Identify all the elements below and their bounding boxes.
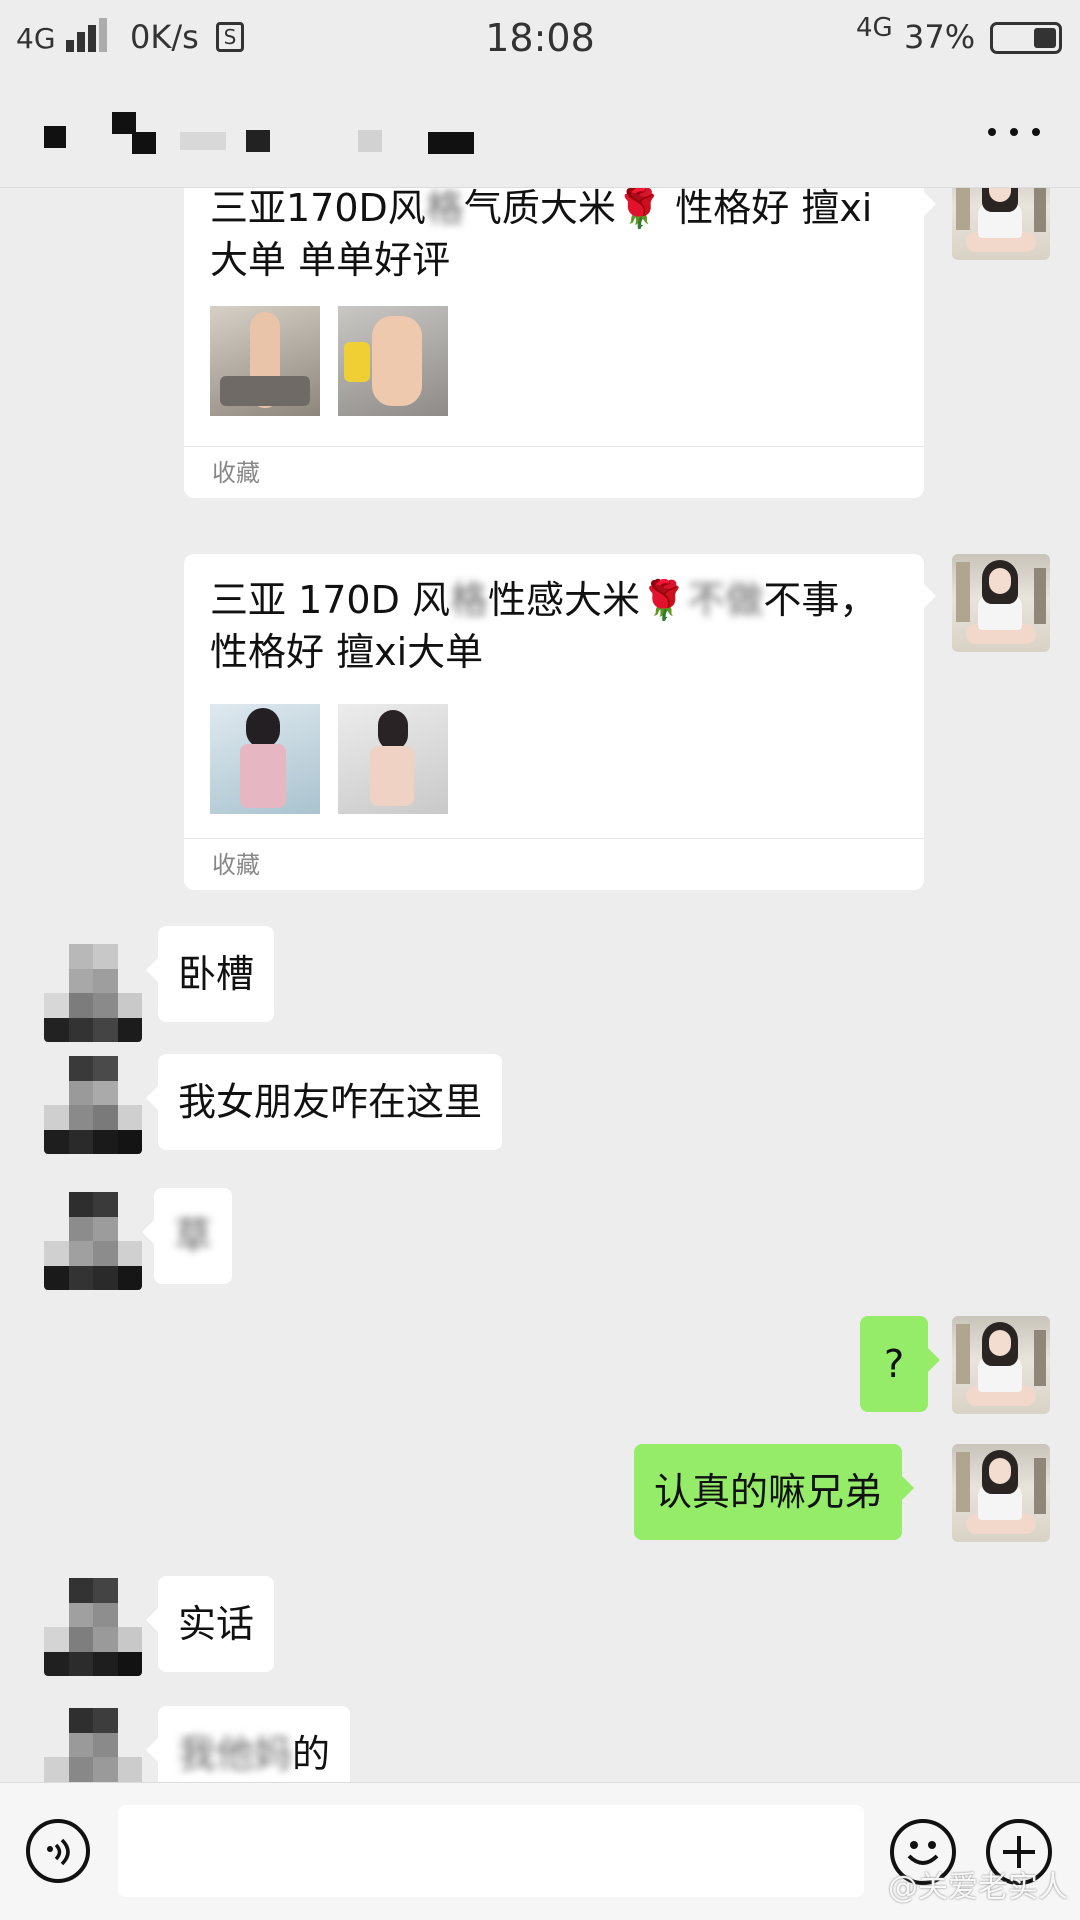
rose-icon: 🌹 xyxy=(639,578,688,622)
battery-fill xyxy=(1034,28,1056,48)
contact-avatar[interactable] xyxy=(44,1192,142,1290)
my-avatar[interactable] xyxy=(952,1444,1050,1542)
chat-title-redacted xyxy=(40,110,480,160)
card-photo[interactable] xyxy=(338,306,448,416)
favorite-card[interactable]: 三亚 170D 风格性感大米🌹不做不事，性格好 擅xi大单 收藏 xyxy=(184,554,936,890)
message-bubble[interactable]: 我他妈的 xyxy=(145,1706,351,1782)
battery-icon xyxy=(990,22,1062,54)
network-type-right: 4G xyxy=(856,13,893,43)
my-avatar[interactable] xyxy=(952,188,1050,260)
my-avatar[interactable] xyxy=(952,1316,1050,1414)
message-bubble[interactable]: 实话 xyxy=(145,1576,275,1672)
message-bubble[interactable]: 卧槽 xyxy=(145,926,275,1022)
message-list[interactable]: 三亚170D风格气质大米🌹 性格好 擅xi大单 单单好评 收藏 三亚 170D … xyxy=(0,188,1080,1782)
card-footer: 收藏 xyxy=(184,446,924,498)
card-text: 三亚170D风格气质大米🌹 性格好 擅xi大单 单单好评 xyxy=(210,188,873,282)
message-bubble[interactable]: 我女朋友咋在这里 xyxy=(145,1054,503,1150)
card-photo[interactable] xyxy=(210,306,320,416)
contact-avatar[interactable] xyxy=(44,1708,142,1782)
voice-icon[interactable] xyxy=(26,1819,90,1883)
status-bar: 4G 0K/s S 18:08 4G 37% xyxy=(0,0,1080,80)
message-bubble[interactable]: 认真的嘛兄弟 xyxy=(634,1444,915,1540)
watermark: @关爱老实人 xyxy=(888,1870,1068,1905)
message-input[interactable] xyxy=(118,1805,864,1897)
card-photo[interactable] xyxy=(210,704,320,814)
my-avatar[interactable] xyxy=(952,554,1050,652)
favorite-card[interactable]: 三亚170D风格气质大米🌹 性格好 擅xi大单 单单好评 收藏 xyxy=(184,188,936,498)
chat-title-bar xyxy=(0,80,1080,188)
rose-icon: 🌹 xyxy=(615,188,664,230)
battery-percent: 37% xyxy=(904,18,976,56)
contact-avatar[interactable] xyxy=(44,1056,142,1154)
more-dots-icon[interactable] xyxy=(984,110,1044,150)
contact-avatar[interactable] xyxy=(44,1578,142,1676)
card-text: 三亚 170D 风格性感大米🌹不做不事，性格好 擅xi大单 xyxy=(210,578,878,674)
message-bubble[interactable]: ? xyxy=(860,1316,941,1412)
card-photo[interactable] xyxy=(338,704,448,814)
message-bubble[interactable]: 草 xyxy=(141,1188,233,1284)
card-footer: 收藏 xyxy=(184,838,924,890)
contact-avatar[interactable] xyxy=(44,944,142,1042)
